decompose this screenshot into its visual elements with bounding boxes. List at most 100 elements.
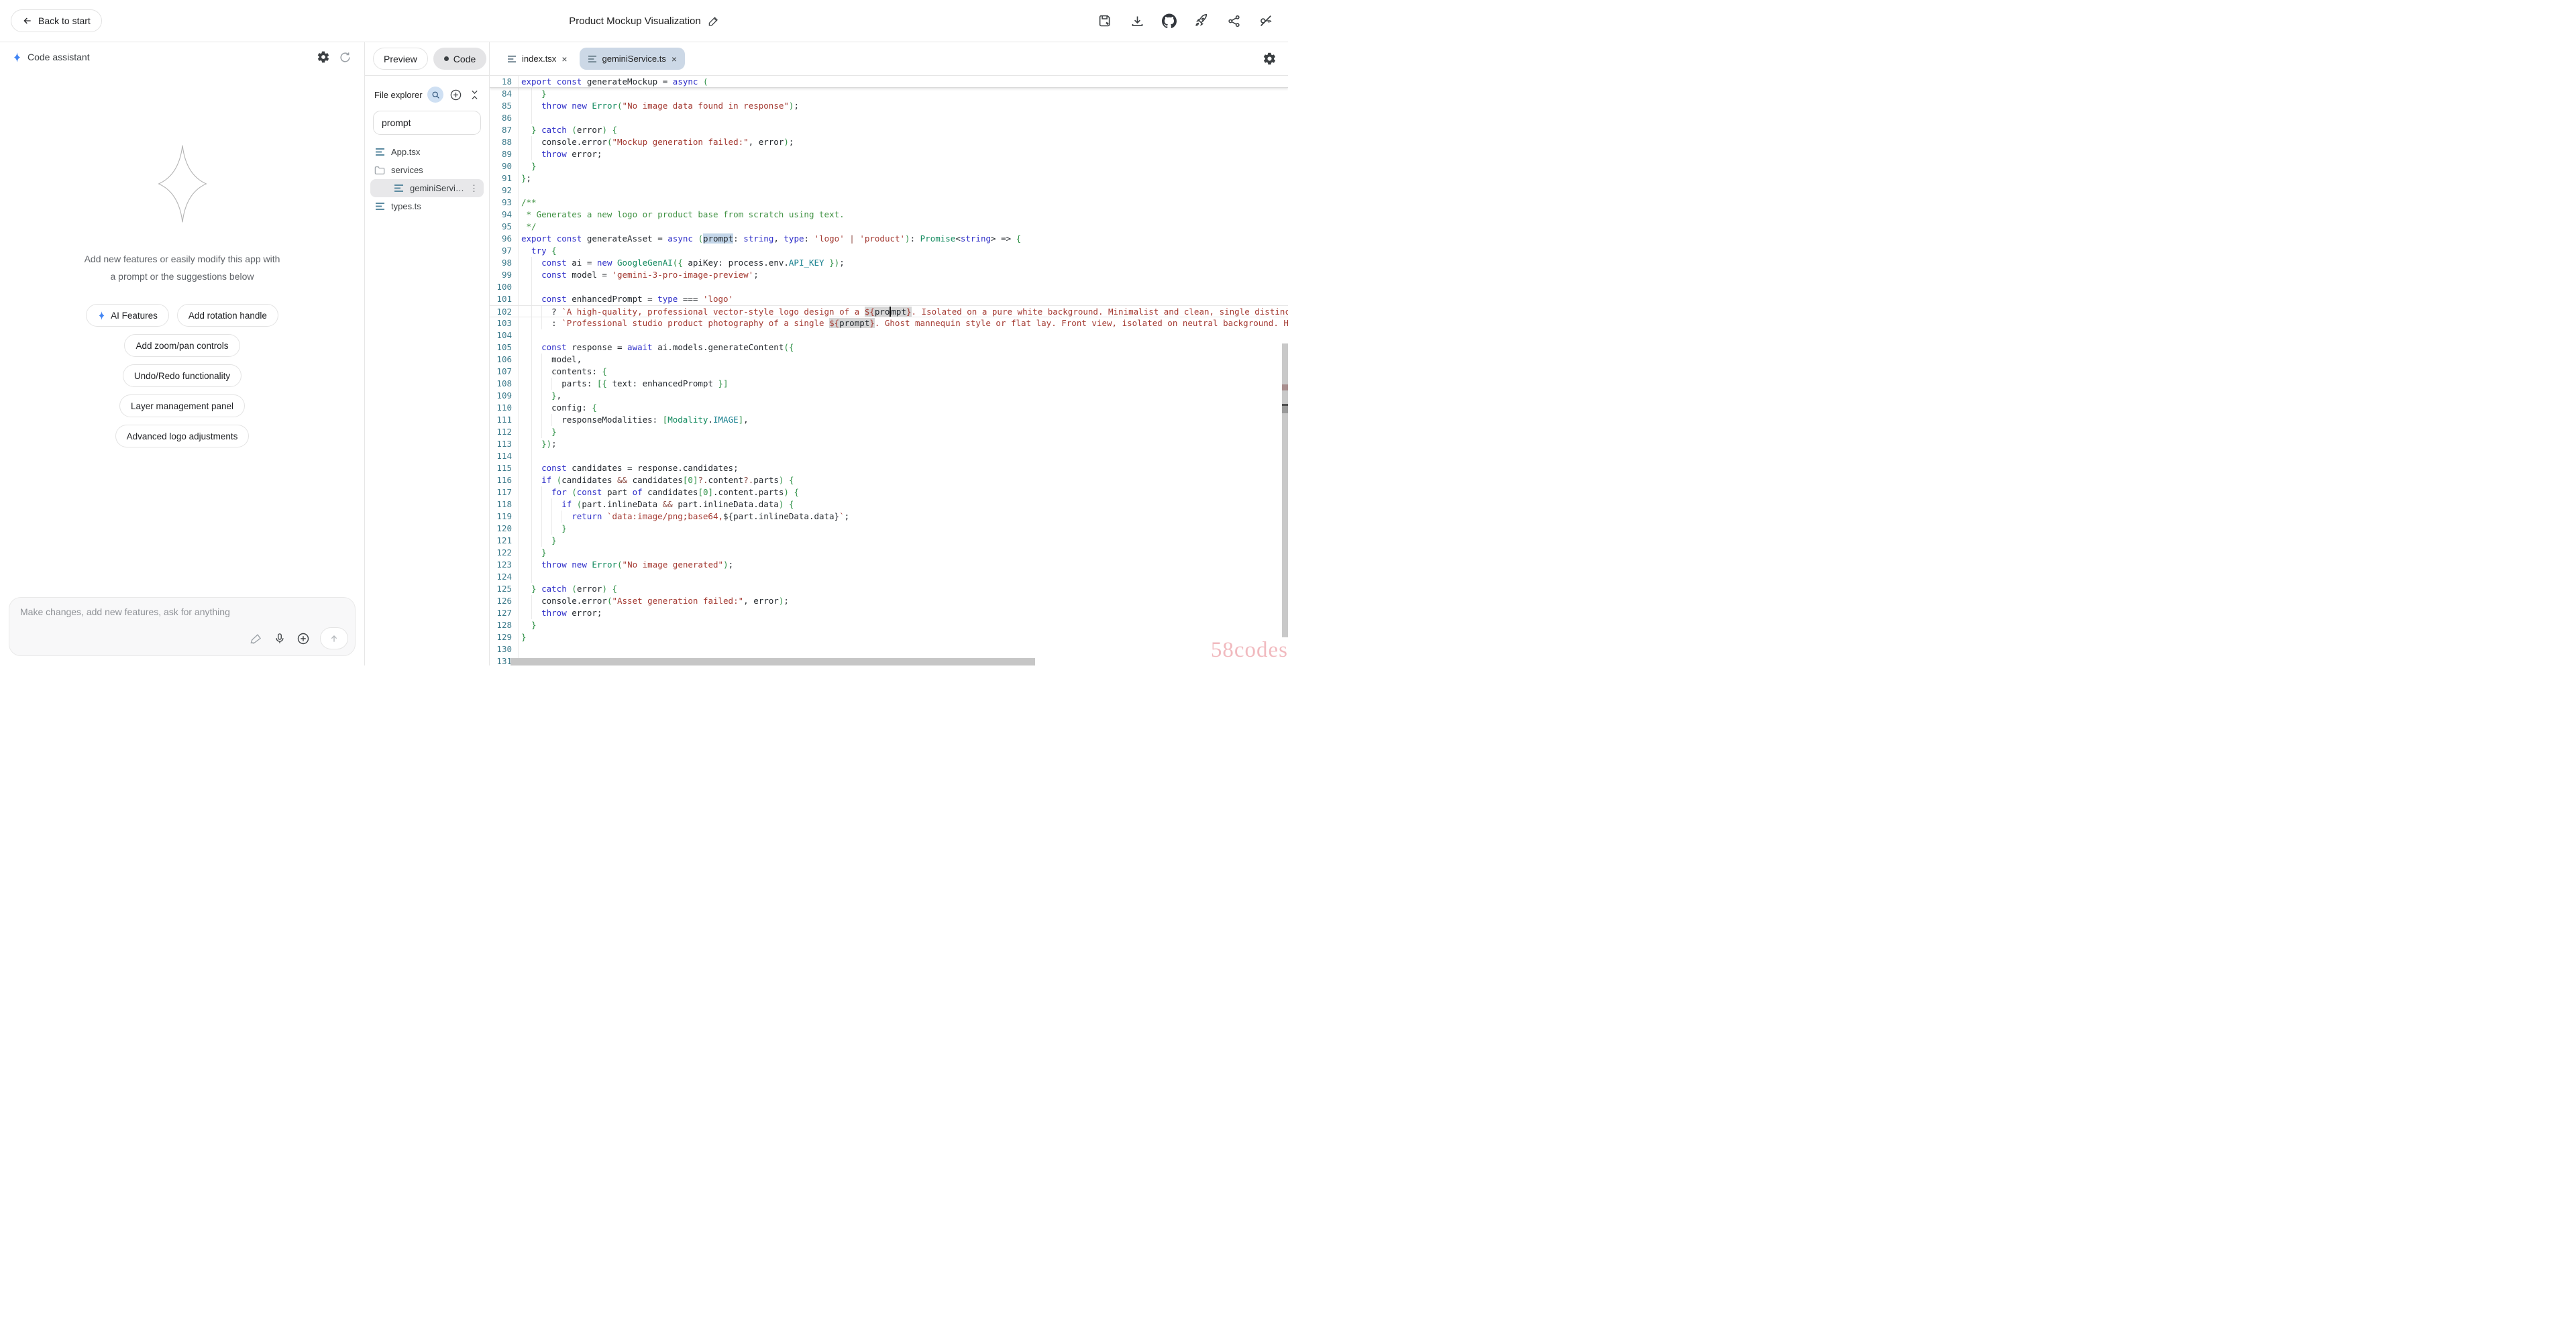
code-line[interactable]: 104 <box>490 329 1288 341</box>
code-line[interactable]: 85throw new Error("No image data found i… <box>490 100 1288 112</box>
code-line[interactable]: 109}, <box>490 390 1288 402</box>
add-file-icon[interactable] <box>449 88 462 101</box>
code-line[interactable]: 122} <box>490 547 1288 559</box>
download-icon[interactable] <box>1130 13 1144 28</box>
code-area[interactable]: 18export const generateMockup = async ( … <box>490 76 1288 666</box>
suggestion-button[interactable]: Layer management panel <box>119 394 245 417</box>
suggestion-button[interactable]: Add zoom/pan controls <box>124 334 239 357</box>
line-number: 125 <box>490 583 519 595</box>
close-icon[interactable]: × <box>672 54 677 64</box>
code-line[interactable]: 101const enhancedPrompt = type === 'logo… <box>490 293 1288 305</box>
code-line[interactable]: 94 * Generates a new logo or product bas… <box>490 209 1288 221</box>
line-number: 105 <box>490 341 519 354</box>
code-toggle-button[interactable]: Code <box>433 48 486 70</box>
line-number: 126 <box>490 595 519 607</box>
code-line[interactable]: 87} catch (error) { <box>490 124 1288 136</box>
tab-geminiservice-ts[interactable]: geminiService.ts× <box>580 48 686 70</box>
line-number: 101 <box>490 293 519 305</box>
code-line[interactable]: 112} <box>490 426 1288 438</box>
code-line[interactable]: 89throw error; <box>490 148 1288 160</box>
file-item-services[interactable]: services <box>370 161 484 179</box>
scribble-edit-icon[interactable] <box>250 632 263 645</box>
code-line[interactable]: 92 <box>490 184 1288 197</box>
code-line[interactable]: 88console.error("Mockup generation faile… <box>490 136 1288 148</box>
code-line[interactable]: 110config: { <box>490 402 1288 414</box>
assistant-prompt-input[interactable]: Make changes, add new features, ask for … <box>9 597 356 656</box>
code-line[interactable]: 113}); <box>490 438 1288 450</box>
code-line[interactable]: 111responseModalities: [Modality.IMAGE], <box>490 414 1288 426</box>
file-item-types-ts[interactable]: types.ts <box>370 197 484 215</box>
code-line[interactable]: 105const response = await ai.models.gene… <box>490 341 1288 354</box>
code-line[interactable]: 126console.error("Asset generation faile… <box>490 595 1288 607</box>
code-line[interactable]: 102? `A high-quality, professional vecto… <box>490 305 1288 317</box>
tab-index-tsx[interactable]: index.tsx× <box>499 48 576 70</box>
code-line[interactable]: 118if (part.inlineData && part.inlineDat… <box>490 498 1288 511</box>
editor-settings-gear-icon[interactable] <box>1263 52 1277 66</box>
line-number: 117 <box>490 486 519 498</box>
microphone-icon[interactable] <box>273 632 286 645</box>
back-arrow-icon <box>22 15 33 26</box>
code-line[interactable]: 127throw error; <box>490 607 1288 619</box>
code-line[interactable]: 91}; <box>490 172 1288 184</box>
line-number: 96 <box>490 233 519 245</box>
key-off-icon[interactable] <box>1258 13 1273 28</box>
code-line[interactable]: 107contents: { <box>490 366 1288 378</box>
code-line[interactable]: 99const model = 'gemini-3-pro-image-prev… <box>490 269 1288 281</box>
code-line[interactable]: 130 <box>490 643 1288 655</box>
code-line[interactable]: 123throw new Error("No image generated")… <box>490 559 1288 571</box>
folder-icon <box>374 165 385 176</box>
search-icon[interactable] <box>427 87 443 103</box>
file-item-app-tsx[interactable]: App.tsx <box>370 143 484 161</box>
code-line[interactable]: 93/** <box>490 197 1288 209</box>
close-icon[interactable]: × <box>561 54 567 64</box>
code-line[interactable]: 100 <box>490 281 1288 293</box>
file-item-geminiservice-ts[interactable]: geminiService.ts⋮ <box>370 179 484 197</box>
code-line[interactable]: 90} <box>490 160 1288 172</box>
code-line[interactable]: 106model, <box>490 354 1288 366</box>
edit-title-icon[interactable] <box>708 15 719 27</box>
collapse-all-icon[interactable] <box>468 88 481 101</box>
assistant-refresh-icon[interactable] <box>337 50 352 64</box>
add-attachment-icon[interactable] <box>297 632 310 645</box>
suggestion-button[interactable]: Advanced logo adjustments <box>115 425 250 447</box>
github-icon[interactable] <box>1162 13 1177 28</box>
horizontal-scrollbar[interactable] <box>511 658 1035 666</box>
code-line[interactable]: 114 <box>490 450 1288 462</box>
send-button[interactable] <box>320 627 348 649</box>
file-menu-icon[interactable]: ⋮ <box>468 183 480 194</box>
code-line[interactable]: 128} <box>490 619 1288 631</box>
editor-tabbar: index.tsx×geminiService.ts× <box>490 42 1288 76</box>
code-line[interactable]: 119return `data:image/png;base64,${part.… <box>490 511 1288 523</box>
suggestion-button[interactable]: Add rotation handle <box>177 304 278 327</box>
code-line[interactable]: 103: `Professional studio product photog… <box>490 317 1288 329</box>
line-number: 109 <box>490 390 519 402</box>
assistant-settings-gear-icon[interactable] <box>316 50 331 64</box>
suggestion-button[interactable]: AI Features <box>86 304 169 327</box>
preview-toggle-button[interactable]: Preview <box>373 48 428 70</box>
code-line[interactable]: 120} <box>490 523 1288 535</box>
save-icon[interactable] <box>1097 13 1112 28</box>
code-line[interactable]: 95 */ <box>490 221 1288 233</box>
file-search-input[interactable]: prompt <box>373 111 481 135</box>
code-line[interactable]: 115const candidates = response.candidate… <box>490 462 1288 474</box>
code-line[interactable]: 129} <box>490 631 1288 643</box>
sticky-code-line[interactable]: 18export const generateMockup = async ( <box>490 76 1288 88</box>
code-line[interactable]: 96export const generateAsset = async (pr… <box>490 233 1288 245</box>
assistant-input-placeholder: Make changes, add new features, ask for … <box>20 606 230 617</box>
code-line[interactable]: 124 <box>490 571 1288 583</box>
code-line[interactable]: 97try { <box>490 245 1288 257</box>
code-line[interactable]: 125} catch (error) { <box>490 583 1288 595</box>
deploy-rocket-icon[interactable] <box>1194 13 1209 28</box>
code-line[interactable]: 108parts: [{ text: enhancedPrompt }] <box>490 378 1288 390</box>
line-number: 119 <box>490 511 519 523</box>
file-icon <box>507 55 517 63</box>
code-line[interactable]: 117for (const part of candidates[0].cont… <box>490 486 1288 498</box>
code-line[interactable]: 86 <box>490 112 1288 124</box>
code-line[interactable]: 116if (candidates && candidates[0]?.cont… <box>490 474 1288 486</box>
code-line[interactable]: 98const ai = new GoogleGenAI({ apiKey: p… <box>490 257 1288 269</box>
back-to-start-button[interactable]: Back to start <box>11 9 102 32</box>
share-icon[interactable] <box>1226 13 1241 28</box>
code-line[interactable]: 84} <box>490 88 1288 100</box>
code-line[interactable]: 121} <box>490 535 1288 547</box>
suggestion-button[interactable]: Undo/Redo functionality <box>123 364 241 387</box>
